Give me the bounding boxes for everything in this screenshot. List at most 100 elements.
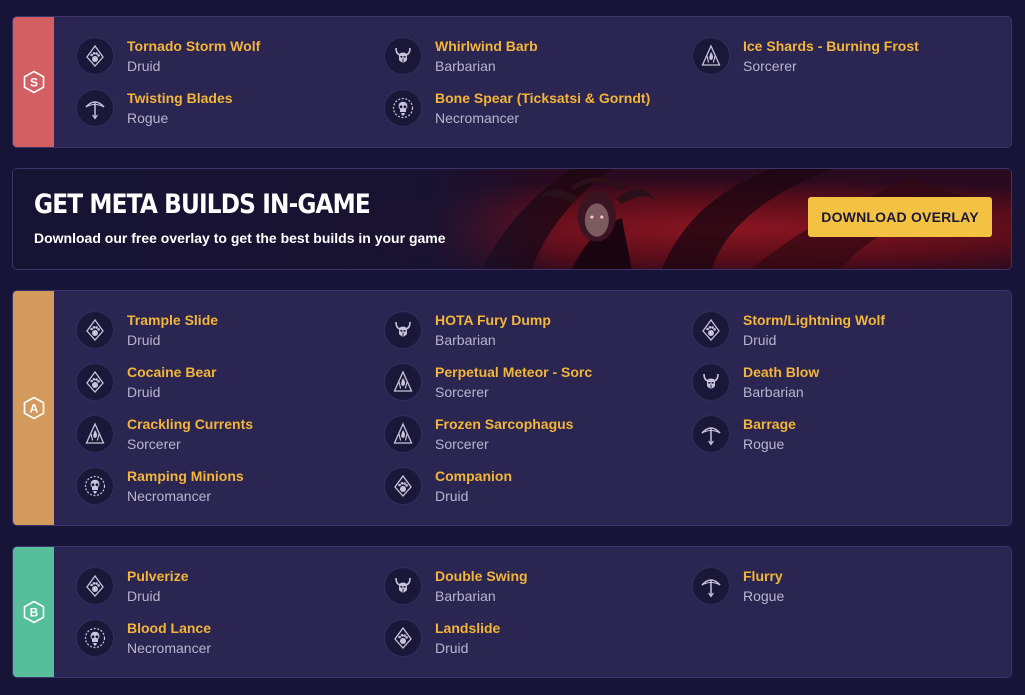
sorcerer-class-icon xyxy=(384,415,422,453)
build-class-label: Necromancer xyxy=(127,640,212,656)
build-class-label: Rogue xyxy=(743,588,785,604)
build-name-link[interactable]: Cocaine Bear xyxy=(127,362,216,382)
build-class-label: Druid xyxy=(743,332,777,348)
tier-s-builds: Tornado Storm Wolf Druid Whirlwind Barb Bar… xyxy=(54,17,1011,147)
build-card[interactable]: Storm/Lightning Wolf Druid xyxy=(692,309,992,351)
build-class-label: Necromancer xyxy=(127,488,212,504)
promo-subtitle: Download our free overlay to get the bes… xyxy=(34,230,446,246)
build-card[interactable]: Pulverize Druid xyxy=(76,565,376,607)
druid-class-icon xyxy=(384,619,422,657)
build-card[interactable]: Blood Lance Necromancer xyxy=(76,617,376,659)
build-card[interactable]: Landslide Druid xyxy=(384,617,684,659)
tier-s-badge-icon: S xyxy=(23,70,44,94)
druid-class-icon xyxy=(76,37,114,75)
tier-a-label: A xyxy=(13,291,54,525)
tier-b-builds: Pulverize Druid Double Swing Barbarian Flurr… xyxy=(54,547,1011,677)
build-card[interactable]: Cocaine Bear Druid xyxy=(76,361,376,403)
build-name-link[interactable]: Crackling Currents xyxy=(127,414,253,434)
build-name-link[interactable]: Whirlwind Barb xyxy=(435,36,538,56)
build-name-link[interactable]: Twisting Blades xyxy=(127,88,233,108)
build-name-link[interactable]: Death Blow xyxy=(743,362,819,382)
tier-s-letter: S xyxy=(29,76,37,90)
build-text: Twisting Blades Rogue xyxy=(127,88,233,128)
promo-title: GET META BUILDS IN-GAME xyxy=(34,189,371,220)
build-text: Bone Spear (Ticksatsi & Gorndt) Necromanc… xyxy=(435,88,650,128)
necromancer-class-icon xyxy=(76,467,114,505)
build-name-link[interactable]: Bone Spear (Ticksatsi & Gorndt) xyxy=(435,88,650,108)
build-class-label: Druid xyxy=(435,640,469,656)
tier-b-section: B Pulverize Druid Double Swing Barbarian Flu… xyxy=(12,546,1012,678)
build-name-link[interactable]: HOTA Fury Dump xyxy=(435,310,551,330)
build-class-label: Barbarian xyxy=(435,58,496,74)
build-name-link[interactable]: Landslide xyxy=(435,618,500,638)
build-text: Storm/Lightning Wolf Druid xyxy=(743,310,885,350)
build-text: Perpetual Meteor - Sorc Sorcerer xyxy=(435,362,592,402)
build-card[interactable]: Whirlwind Barb Barbarian xyxy=(384,35,684,77)
build-text: Frozen Sarcophagus Sorcerer xyxy=(435,414,573,454)
build-name-link[interactable]: Pulverize xyxy=(127,566,188,586)
build-card[interactable]: Barrage Rogue xyxy=(692,413,992,455)
build-name-link[interactable]: Tornado Storm Wolf xyxy=(127,36,260,56)
build-class-label: Sorcerer xyxy=(435,384,489,400)
tier-a-letter: A xyxy=(29,402,38,416)
build-name-link[interactable]: Double Swing xyxy=(435,566,528,586)
build-name-link[interactable]: Blood Lance xyxy=(127,618,211,638)
build-card[interactable]: Ice Shards - Burning Frost Sorcerer xyxy=(692,35,992,77)
sorcerer-class-icon xyxy=(384,363,422,401)
build-card[interactable]: Death Blow Barbarian xyxy=(692,361,992,403)
build-name-link[interactable]: Trample Slide xyxy=(127,310,218,330)
build-name-link[interactable]: Ice Shards - Burning Frost xyxy=(743,36,919,56)
tier-b-badge-icon: B xyxy=(23,600,44,624)
build-name-link[interactable]: Perpetual Meteor - Sorc xyxy=(435,362,592,382)
build-text: Cocaine Bear Druid xyxy=(127,362,216,402)
build-card[interactable]: Flurry Rogue xyxy=(692,565,992,607)
build-card[interactable]: Perpetual Meteor - Sorc Sorcerer xyxy=(384,361,684,403)
build-name-link[interactable]: Storm/Lightning Wolf xyxy=(743,310,885,330)
sorcerer-class-icon xyxy=(76,415,114,453)
build-class-label: Rogue xyxy=(127,110,169,126)
barbarian-class-icon xyxy=(384,37,422,75)
build-card[interactable]: Bone Spear (Ticksatsi & Gorndt) Necromanc… xyxy=(384,87,684,129)
build-name-link[interactable]: Companion xyxy=(435,466,512,486)
build-text: Barrage Rogue xyxy=(743,414,796,454)
build-class-label: Barbarian xyxy=(435,332,496,348)
build-name-link[interactable]: Barrage xyxy=(743,414,796,434)
tier-b-label: B xyxy=(13,547,54,677)
tier-s-section: S Tornado Storm Wolf Druid Whirlwind Barb B… xyxy=(12,16,1012,148)
build-text: Crackling Currents Sorcerer xyxy=(127,414,253,454)
rogue-class-icon xyxy=(692,567,730,605)
build-text: Double Swing Barbarian xyxy=(435,566,528,606)
build-card[interactable]: Double Swing Barbarian xyxy=(384,565,684,607)
build-card[interactable]: Tornado Storm Wolf Druid xyxy=(76,35,376,77)
build-card[interactable]: Twisting Blades Rogue xyxy=(76,87,376,129)
build-card[interactable]: Ramping Minions Necromancer xyxy=(76,465,376,507)
build-name-link[interactable]: Frozen Sarcophagus xyxy=(435,414,573,434)
build-class-label: Sorcerer xyxy=(435,436,489,452)
tier-s-label: S xyxy=(13,17,54,147)
build-text: Pulverize Druid xyxy=(127,566,188,606)
build-text: Landslide Druid xyxy=(435,618,500,658)
rogue-class-icon xyxy=(76,89,114,127)
build-name-link[interactable]: Flurry xyxy=(743,566,784,586)
build-card[interactable]: Companion Druid xyxy=(384,465,684,507)
download-overlay-button[interactable]: DOWNLOAD OVERLAY xyxy=(808,197,992,237)
build-class-label: Druid xyxy=(435,488,469,504)
build-card[interactable]: Frozen Sarcophagus Sorcerer xyxy=(384,413,684,455)
build-class-label: Druid xyxy=(127,58,161,74)
build-class-label: Barbarian xyxy=(743,384,804,400)
build-class-label: Rogue xyxy=(743,436,785,452)
barbarian-class-icon xyxy=(384,567,422,605)
rogue-class-icon xyxy=(692,415,730,453)
tier-a-builds: Trample Slide Druid HOTA Fury Dump Barbaria… xyxy=(54,291,1011,525)
druid-class-icon xyxy=(76,363,114,401)
build-class-label: Sorcerer xyxy=(127,436,181,452)
build-name-link[interactable]: Ramping Minions xyxy=(127,466,244,486)
build-card[interactable]: Crackling Currents Sorcerer xyxy=(76,413,376,455)
build-card[interactable]: HOTA Fury Dump Barbarian xyxy=(384,309,684,351)
overlay-promo-banner: GET META BUILDS IN-GAME Download our fre… xyxy=(12,168,1012,270)
build-text: Whirlwind Barb Barbarian xyxy=(435,36,538,76)
tier-b-letter: B xyxy=(29,606,38,620)
build-text: Ramping Minions Necromancer xyxy=(127,466,244,506)
build-card[interactable]: Trample Slide Druid xyxy=(76,309,376,351)
druid-class-icon xyxy=(384,467,422,505)
